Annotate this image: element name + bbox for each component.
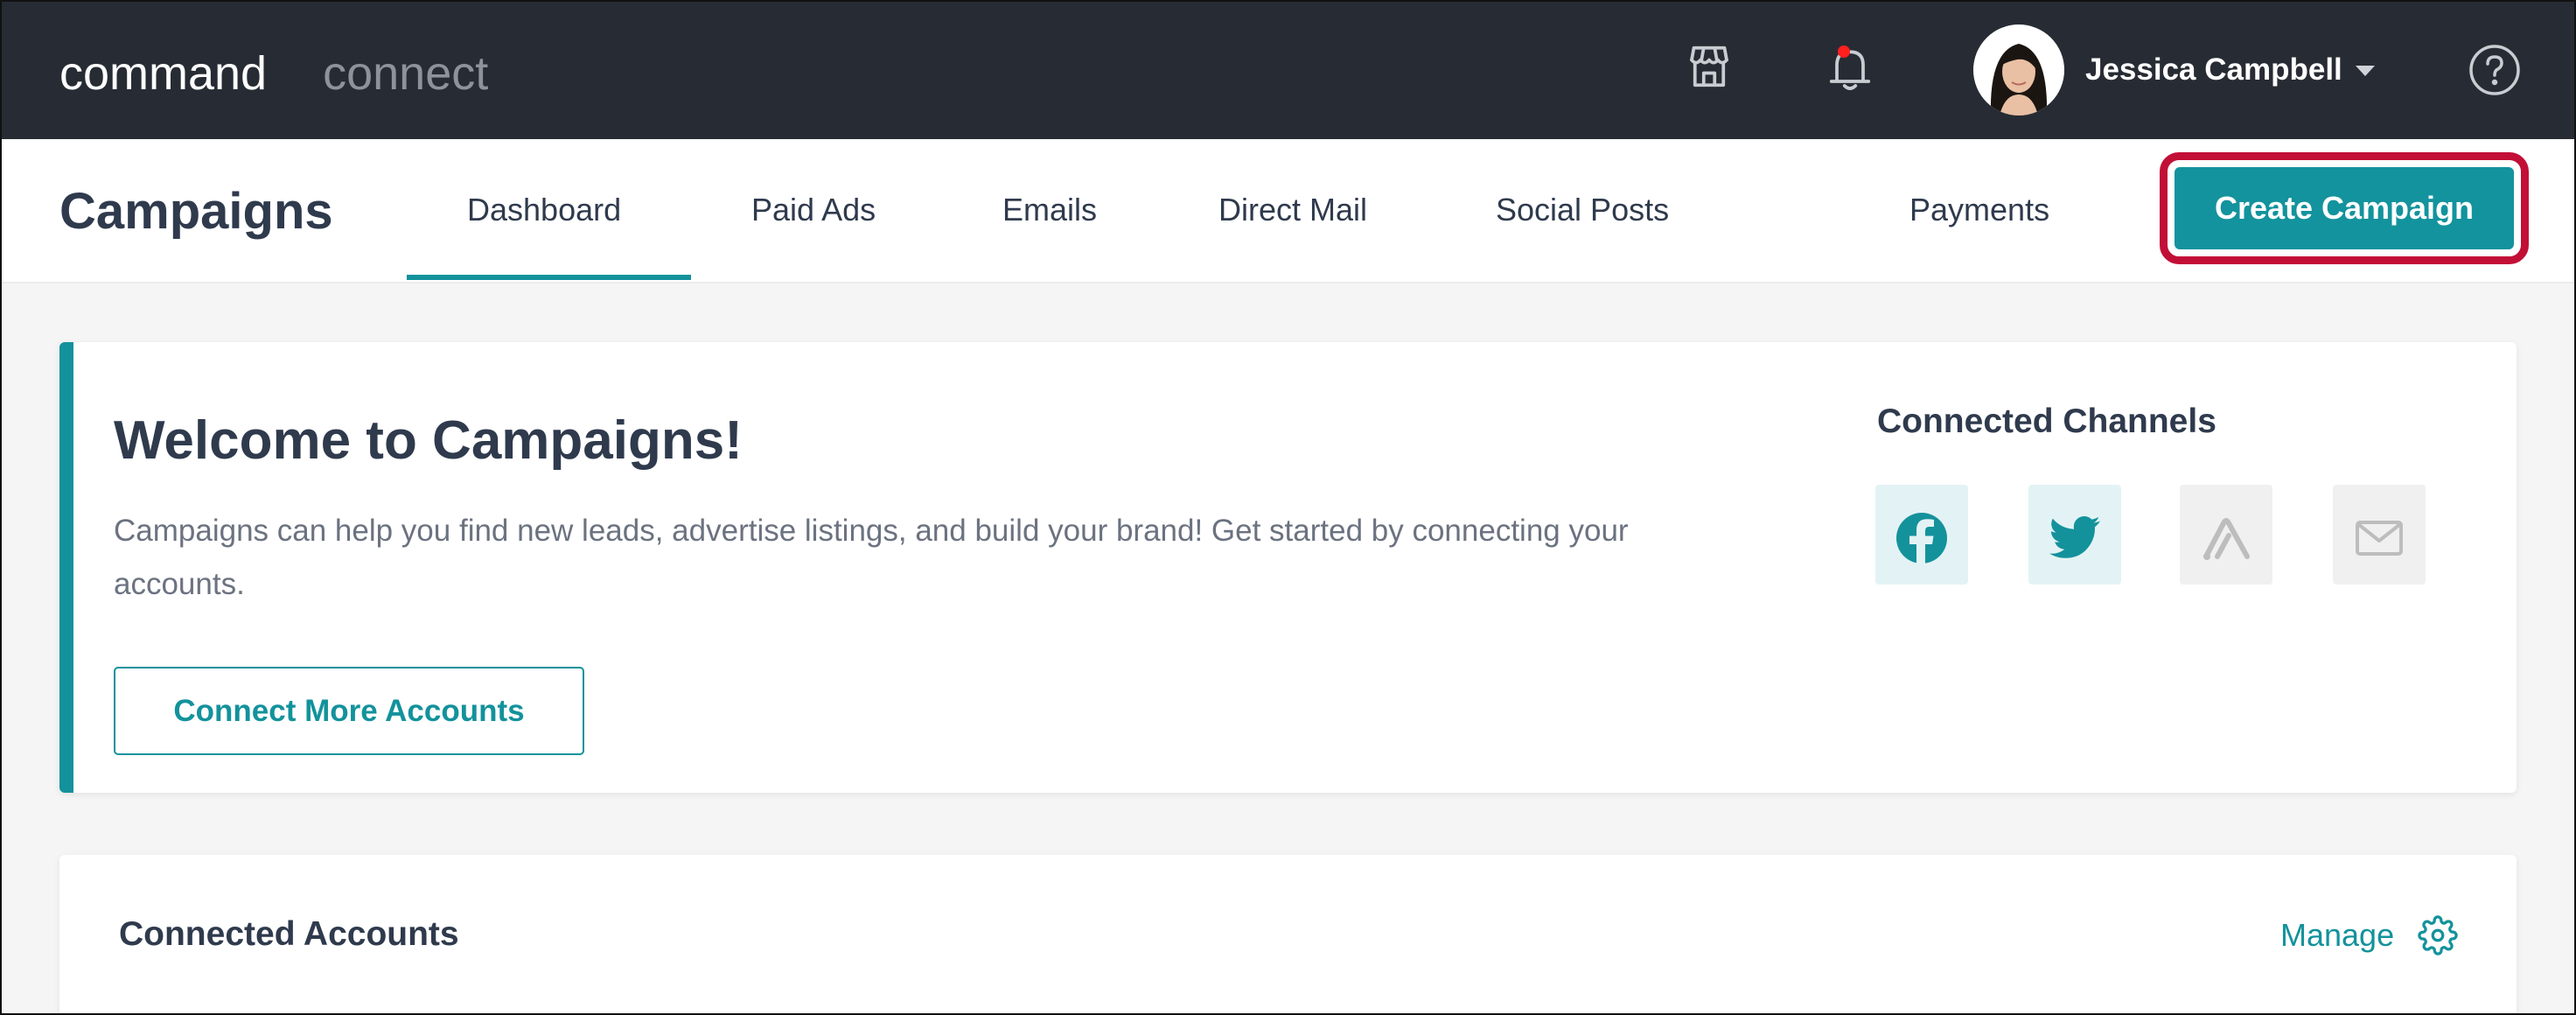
storefront-icon[interactable] (1683, 40, 1735, 93)
notification-bell-icon[interactable] (1824, 42, 1876, 94)
connected-accounts-title: Connected Accounts (119, 915, 459, 953)
campaigns-subnav: Campaigns Dashboard Paid Ads Emails Dire… (2, 139, 2574, 284)
brand-primary-text: command (59, 47, 268, 100)
tab-dashboard[interactable]: Dashboard (467, 190, 621, 230)
manage-label: Manage (2280, 917, 2395, 953)
help-icon[interactable] (2468, 43, 2522, 97)
tab-emails[interactable]: Emails (1002, 190, 1097, 230)
top-navigation-bar: command connect Jessica Campbell (2, 2, 2574, 139)
welcome-description: Campaigns can help you find new leads, a… (114, 514, 1629, 601)
twitter-icon (2028, 485, 2121, 584)
card-accent-bar (59, 342, 73, 793)
tab-social-posts[interactable]: Social Posts (1496, 190, 1669, 230)
chevron-down-icon (2356, 66, 2375, 76)
connect-more-accounts-button[interactable]: Connect More Accounts (114, 667, 584, 755)
adwords-icon (2180, 485, 2272, 584)
notification-badge (1838, 46, 1850, 58)
welcome-title: Welcome to Campaigns! (114, 410, 743, 471)
user-name: Jessica Campbell (2085, 52, 2342, 87)
welcome-card: Welcome to Campaigns! Campaigns can help… (59, 342, 2517, 793)
tab-payments[interactable]: Payments (1909, 190, 2049, 230)
user-menu[interactable]: Jessica Campbell (1973, 24, 2411, 116)
tab-paid-ads[interactable]: Paid Ads (751, 190, 876, 230)
manage-accounts-link[interactable]: Manage (2280, 914, 2458, 958)
tab-direct-mail[interactable]: Direct Mail (1218, 190, 1367, 230)
active-tab-indicator (407, 275, 691, 280)
connected-channels-title: Connected Channels (1877, 402, 2216, 440)
gear-icon (2417, 915, 2458, 956)
brand-logo[interactable]: command connect (59, 44, 488, 103)
connected-accounts-card: Connected Accounts Manage (59, 855, 2517, 1013)
adwords-channel[interactable] (2180, 485, 2272, 584)
page-title: Campaigns (59, 183, 333, 240)
twitter-channel[interactable] (2028, 485, 2121, 584)
app-window: command connect Jessica Campbell Campaig… (0, 0, 2576, 1015)
facebook-icon (1875, 485, 1968, 584)
avatar (1973, 24, 2064, 116)
email-channel[interactable] (2333, 485, 2426, 584)
facebook-channel[interactable] (1875, 485, 1968, 584)
create-campaign-button[interactable]: Create Campaign (2175, 167, 2514, 249)
email-icon (2333, 485, 2426, 584)
brand-secondary-text: connect (323, 47, 489, 100)
